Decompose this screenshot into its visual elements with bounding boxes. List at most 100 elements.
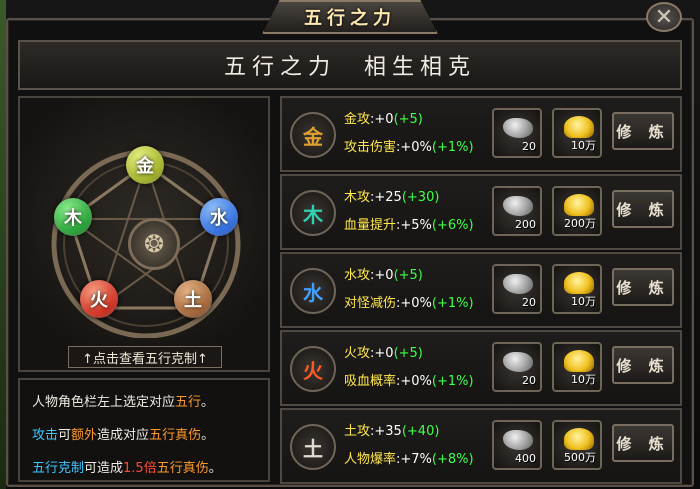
train-button[interactable]: 修 炼 [612,346,674,384]
row-fire: 火 火攻:+0(+5) 吸血概率:+0%(+1%) 20 10万 修 炼 [280,330,682,406]
attack-label: 水攻 [344,268,371,283]
earth-element-icon: 土 [290,424,336,470]
water-orb[interactable]: 水 [200,198,238,236]
train-button[interactable]: 修 炼 [612,268,674,306]
element-glyph: 金 [303,124,323,149]
element-wheel-panel: 金 木 水 火 土 ❂ ↑点击查看五行克制↑ [18,96,270,372]
metal-element-icon: 金 [290,112,336,158]
attack-line: 土攻:+35(+40) [344,420,439,439]
info-panel: 人物角色栏左上选定对应五行。 攻击可额外造成对应五行真伤。 五行克制可造成1.5… [18,378,270,482]
stat-bonus: (+1%) [431,140,474,155]
earth-orb[interactable]: 土 [174,280,212,318]
attack-value: :+25 [370,190,402,205]
stat-line: 人物爆率:+7%(+8%) [344,448,474,467]
train-button[interactable]: 修 炼 [612,112,674,150]
gold-icon [564,350,594,372]
ore-amount: 20 [522,296,536,309]
attack-value: :+0 [370,112,394,127]
water-glyph: 水 [210,208,228,229]
gold-icon [564,194,594,216]
stat-value: :+5% [396,218,432,233]
train-button[interactable]: 修 炼 [612,424,674,462]
gold-cost[interactable]: 10万 [552,342,602,392]
stat-value: :+7% [396,452,432,467]
stat-bonus: (+1%) [431,296,474,311]
attack-line: 水攻:+0(+5) [344,264,423,283]
attack-label: 火攻 [344,346,371,361]
ore-amount: 20 [522,374,536,387]
element-glyph: 木 [303,202,323,227]
wood-element-icon: 木 [290,190,336,236]
ore-icon [503,196,533,216]
gold-amount: 10万 [571,295,596,308]
attack-label: 土攻 [344,424,371,439]
attack-bonus: (+5) [393,268,423,283]
wood-orb[interactable]: 木 [54,198,92,236]
ore-icon [503,274,533,294]
attack-bonus: (+30) [401,190,440,205]
center-emblem-icon: ❂ [128,218,180,270]
stat-label: 对怪减伤 [344,296,397,311]
element-glyph: 火 [303,358,323,383]
fire-element-icon: 火 [290,346,336,392]
element-glyph: 土 [303,436,323,461]
stat-label: 人物爆率 [344,452,397,467]
gold-cost[interactable]: 10万 [552,108,602,158]
stat-label: 攻击伤害 [344,140,397,155]
fire-glyph: 火 [90,290,108,311]
ore-cost[interactable]: 20 [492,342,542,392]
row-metal: 金 金攻:+0(+5) 攻击伤害:+0%(+1%) 20 10万 修 炼 [280,96,682,172]
wood-glyph: 木 [64,208,82,229]
row-wood: 木 木攻:+25(+30) 血量提升:+5%(+6%) 200 200万 修 炼 [280,174,682,250]
fire-orb[interactable]: 火 [80,280,118,318]
info-line-1: 人物角色栏左上选定对应五行。 [32,395,215,410]
header-title: 五行之力 相生相克 [223,55,476,80]
gold-icon [564,272,594,294]
gold-icon [564,116,594,138]
gold-cost[interactable]: 200万 [552,186,602,236]
metal-glyph: 金 [136,156,154,177]
gold-cost[interactable]: 500万 [552,420,602,470]
metal-orb[interactable]: 金 [126,146,164,184]
stat-line: 血量提升:+5%(+6%) [344,214,474,233]
gold-cost[interactable]: 10万 [552,264,602,314]
water-element-icon: 水 [290,268,336,314]
stat-bonus: (+8%) [431,452,474,467]
ore-cost[interactable]: 200 [492,186,542,236]
gold-amount: 500万 [564,451,596,464]
element-glyph: 水 [303,280,323,305]
attack-bonus: (+40) [401,424,440,439]
ore-amount: 20 [522,140,536,153]
close-icon: ✕ [654,4,674,30]
ore-cost[interactable]: 400 [492,420,542,470]
attack-label: 木攻 [344,190,371,205]
stat-label: 吸血概率 [344,374,397,389]
view-restraint-button[interactable]: ↑点击查看五行克制↑ [68,346,222,368]
close-button[interactable]: ✕ [646,2,682,32]
attack-value: :+35 [370,424,402,439]
stat-label: 血量提升 [344,218,397,233]
ore-amount: 200 [515,218,536,231]
gold-icon [564,428,594,450]
section-header: 五行之力 相生相克 [18,40,682,90]
ore-icon [503,352,533,372]
row-water: 水 水攻:+0(+5) 对怪减伤:+0%(+1%) 20 10万 修 炼 [280,252,682,328]
stat-line: 吸血概率:+0%(+1%) [344,370,474,389]
ore-cost[interactable]: 20 [492,108,542,158]
stat-value: :+0% [396,296,432,311]
info-line-3: 五行克制可造成1.5倍五行真伤。 [32,461,222,476]
train-button[interactable]: 修 炼 [612,190,674,228]
ore-icon [503,430,533,450]
title-tab: 五行之力 [262,0,438,34]
attack-value: :+0 [370,268,394,283]
stat-value: :+0% [396,374,432,389]
gold-amount: 10万 [571,139,596,152]
attack-label: 金攻 [344,112,371,127]
attack-line: 木攻:+25(+30) [344,186,439,205]
attack-line: 金攻:+0(+5) [344,108,423,127]
attack-bonus: (+5) [393,112,423,127]
attack-value: :+0 [370,346,394,361]
ore-cost[interactable]: 20 [492,264,542,314]
stat-line: 攻击伤害:+0%(+1%) [344,136,474,155]
row-earth: 土 土攻:+35(+40) 人物爆率:+7%(+8%) 400 500万 修 炼 [280,408,682,484]
